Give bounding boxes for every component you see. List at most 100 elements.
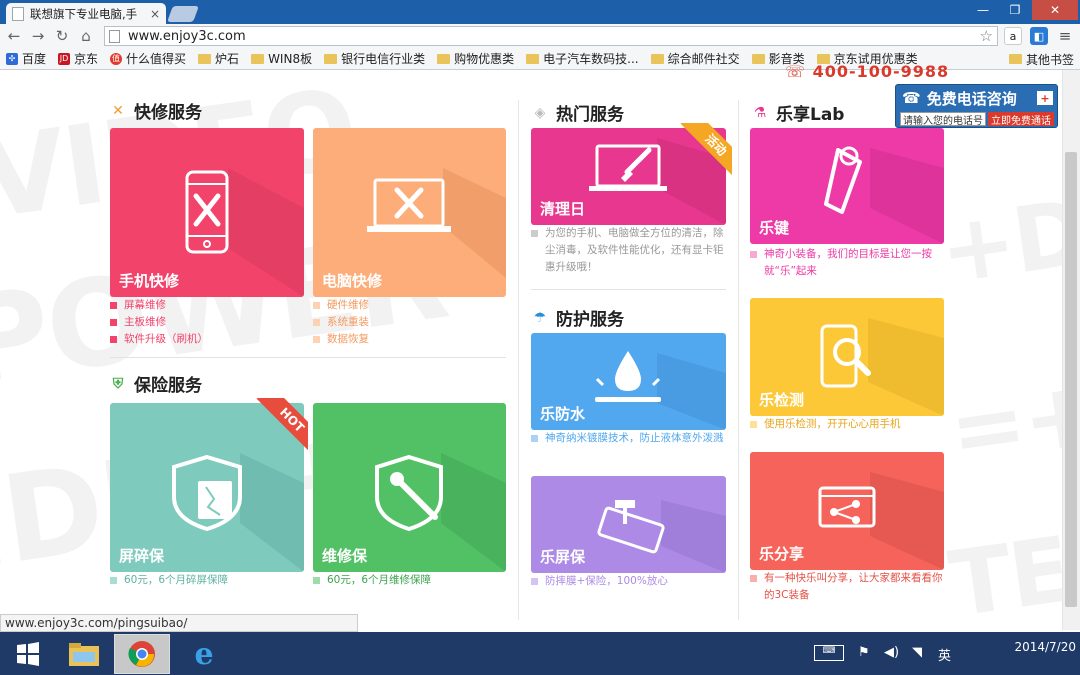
bookmark-folder[interactable]: 综合邮件社交 (650, 50, 740, 67)
volume-icon[interactable]: ◀) (884, 645, 899, 660)
ie-button[interactable]: e (176, 634, 232, 674)
list-item[interactable]: 屏幕维修 (110, 297, 208, 314)
section-protect-title: ☂ 防护服务 (532, 305, 624, 331)
close-window-button[interactable]: ✕ (1032, 0, 1078, 20)
scrollbar-thumb[interactable] (1065, 152, 1077, 607)
close-tab-icon[interactable]: × (150, 7, 160, 21)
clock[interactable]: 2014/7/20 (998, 640, 1076, 654)
bullet-icon (110, 319, 117, 326)
browser-window: 联想旗下专业电脑,手 × — ❐ ✕ ← → ↻ ⌂ www.enjoy3c.c… (0, 0, 1080, 675)
smzdm-icon: 值 (110, 52, 123, 65)
card-screen-film[interactable]: 乐屏保 (531, 476, 726, 573)
bookmark-smzdm[interactable]: 值什么值得买 (110, 50, 186, 67)
card-pc-repair[interactable]: 电脑快修 (313, 128, 506, 297)
bookmark-folder[interactable]: 银行电信行业类 (324, 50, 425, 67)
menu-icon[interactable]: ≡ (1056, 27, 1074, 45)
tab-title: 联想旗下专业电脑,手 (30, 6, 138, 21)
reload-icon[interactable]: ↻ (52, 26, 72, 46)
address-bar[interactable]: www.enjoy3c.com ☆ (104, 26, 998, 46)
maximize-button[interactable]: ❐ (1000, 0, 1030, 20)
list-item[interactable]: 60元，6个月碎屏保障 (110, 572, 228, 589)
bullet-icon (531, 578, 538, 585)
bullet-icon (313, 302, 320, 309)
card-title: 乐键 (759, 219, 790, 237)
back-icon[interactable]: ← (4, 26, 24, 46)
flask-icon: ⚗ (753, 104, 767, 121)
extension-icon[interactable]: ◧ (1030, 27, 1048, 45)
close-icon[interactable]: + (1037, 91, 1053, 105)
desc-text: 神奇小装备，我们的目标是让您一按就“乐”起来 (764, 248, 932, 277)
start-button[interactable] (0, 634, 56, 674)
bullet-icon (110, 336, 117, 343)
background-watermark: +D (933, 180, 1062, 305)
file-explorer-button[interactable] (56, 634, 112, 674)
chrome-button[interactable] (114, 634, 170, 674)
keyboard-icon[interactable]: ⌨ (814, 645, 844, 661)
bullet-icon (750, 421, 757, 428)
list-item[interactable]: 数据恢复 (313, 331, 369, 348)
desc-text: 防摔膜+保险，100%放心 (545, 575, 668, 587)
bookmark-star-icon[interactable]: ☆ (980, 27, 993, 45)
bookmark-label: 综合邮件社交 (667, 52, 740, 66)
phone-number-input[interactable]: 请输入您的电话号 (900, 112, 986, 127)
card-waterproof[interactable]: 乐防水 (531, 333, 726, 430)
list-item-label: 系统重装 (327, 316, 369, 328)
list-item[interactable]: 软件升级（刷机） (110, 331, 208, 348)
bookmark-baidu[interactable]: ✣ 百度 (6, 50, 46, 67)
list-item[interactable]: 硬件维修 (313, 297, 369, 314)
forward-icon[interactable]: → (28, 26, 48, 46)
amazon-extension-icon[interactable]: a (1004, 27, 1022, 45)
bullet-icon (110, 577, 117, 584)
list-item-label: 数据恢复 (327, 333, 369, 345)
bookmark-folder[interactable]: 电子汽车数码技... (526, 50, 639, 67)
tag-icon: ◈ (534, 104, 546, 121)
list-item: 神奇小装备，我们的目标是让您一按就“乐”起来 (750, 246, 944, 280)
hotline-text: 400-100-9988 (812, 62, 950, 81)
card-leshare[interactable]: 乐分享 (750, 452, 944, 570)
section-title: 保险服务 (134, 376, 202, 396)
bookmark-folder[interactable]: WIN8板 (251, 50, 312, 67)
telephone-icon: ☎ (902, 89, 921, 107)
ime-indicator[interactable]: 英 (938, 645, 951, 664)
call-now-button[interactable]: 立即免费通话 (988, 112, 1054, 127)
other-bookmarks[interactable]: 其他书签 (1008, 48, 1074, 70)
lecheck-desc: 使用乐检测，开开心心用手机 (750, 416, 944, 433)
network-icon[interactable]: ◥ (912, 645, 922, 660)
bookmark-jd[interactable]: JD 京东 (58, 50, 98, 67)
home-icon[interactable]: ⌂ (76, 26, 96, 46)
section-title: 快修服务 (134, 103, 202, 123)
bullet-icon (750, 575, 757, 582)
page-icon (12, 6, 24, 21)
flag-icon[interactable]: ⚑ (858, 645, 870, 660)
list-item-label: 60元，6个月碎屏保障 (124, 574, 229, 586)
card-title: 乐检测 (759, 391, 805, 409)
phone-icon: ☏ (785, 62, 813, 81)
card-lekey[interactable]: 乐键 (750, 128, 944, 244)
lekey-desc: 神奇小装备，我们的目标是让您一按就“乐”起来 (750, 246, 944, 280)
hotline-number: ☏ 400-100-9988 (785, 62, 949, 81)
status-bar: www.enjoy3c.com/pingsuibao/ (0, 614, 358, 632)
call-header: ☎ 免费电话咨询 + (896, 85, 1057, 111)
bookmark-label: 什么值得买 (126, 52, 187, 66)
list-item[interactable]: 主板维修 (110, 314, 208, 331)
browser-tab[interactable]: 联想旗下专业电脑,手 × (6, 3, 166, 24)
list-item-label: 硬件维修 (327, 299, 369, 311)
section-hot-title: ◈ 热门服务 (532, 100, 624, 126)
list-item[interactable]: 60元，6个月维修保障 (313, 572, 431, 589)
list-item[interactable]: 系统重装 (313, 314, 369, 331)
jd-icon: JD (58, 52, 71, 65)
bookmark-folder[interactable]: 炉石 (198, 50, 239, 67)
card-lecheck[interactable]: 乐检测 (750, 298, 944, 416)
card-repair-insurance[interactable]: 维修保 (313, 403, 506, 572)
folder-icon (324, 53, 338, 64)
ribbon-label: HOT (256, 398, 308, 456)
section-title: 乐享Lab (776, 105, 845, 125)
bookmark-folder[interactable]: 购物优惠类 (437, 50, 514, 67)
new-tab-button[interactable] (167, 6, 199, 22)
minimize-button[interactable]: — (968, 0, 998, 20)
clock-date: 2014/7/20 (1014, 640, 1076, 654)
bullet-icon (313, 577, 320, 584)
bookmark-label: 炉石 (215, 52, 240, 66)
card-phone-repair[interactable]: 手机快修 (110, 128, 304, 297)
call-title: 免费电话咨询 (926, 89, 1017, 108)
